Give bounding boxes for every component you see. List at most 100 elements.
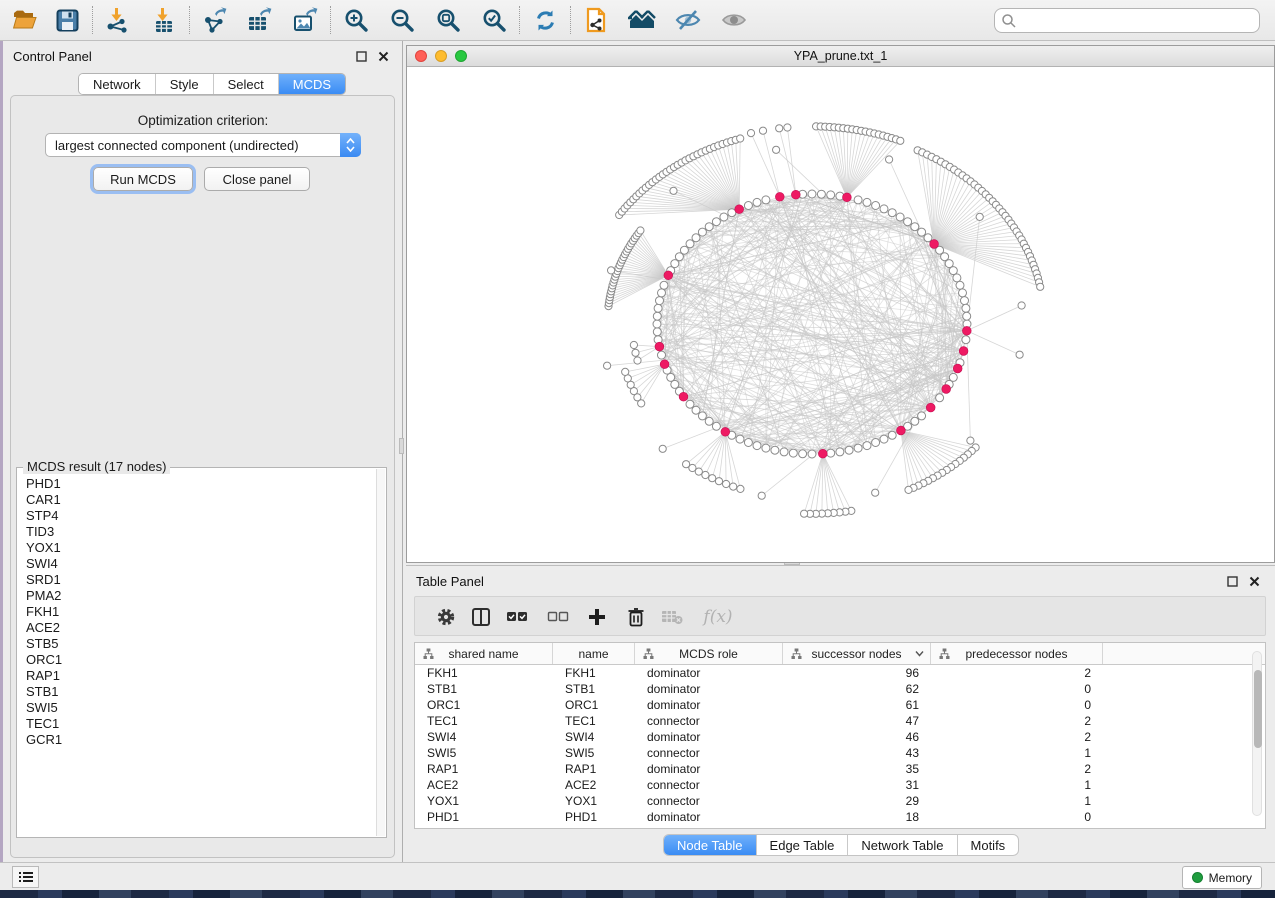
tab-style[interactable]: Style bbox=[156, 74, 214, 94]
graph-node[interactable] bbox=[888, 431, 896, 439]
vertical-splitter-handle[interactable] bbox=[399, 438, 404, 454]
graph-leaf-node[interactable] bbox=[730, 483, 737, 490]
graph-hub-node[interactable] bbox=[655, 342, 664, 351]
memory-button[interactable]: Memory bbox=[1182, 866, 1262, 889]
graph-node[interactable] bbox=[780, 448, 788, 456]
mcds-result-item[interactable]: TID3 bbox=[26, 524, 370, 540]
graph-node[interactable] bbox=[904, 218, 912, 226]
graph-leaf-node[interactable] bbox=[976, 213, 983, 220]
graph-node[interactable] bbox=[762, 196, 770, 204]
graph-leaf-node[interactable] bbox=[608, 267, 615, 274]
graph-node[interactable] bbox=[660, 281, 668, 289]
cell-successor-nodes[interactable]: 61 bbox=[783, 697, 931, 713]
graph-leaf-node[interactable] bbox=[683, 461, 690, 468]
column-header-predecessor-nodes[interactable]: predecessor nodes bbox=[931, 643, 1103, 664]
show-all-icon[interactable] bbox=[719, 5, 749, 35]
graph-leaf-node[interactable] bbox=[715, 478, 722, 485]
graph-node[interactable] bbox=[712, 422, 720, 430]
graph-node[interactable] bbox=[888, 209, 896, 217]
cell-name[interactable]: ORC1 bbox=[553, 697, 635, 713]
graph-hub-node[interactable] bbox=[721, 427, 730, 436]
graph-node[interactable] bbox=[656, 297, 664, 305]
graph-node[interactable] bbox=[949, 267, 957, 275]
graph-leaf-node[interactable] bbox=[659, 445, 666, 452]
cell-MCDS-role[interactable]: dominator bbox=[635, 761, 783, 777]
graph-leaf-node[interactable] bbox=[630, 341, 637, 348]
zoom-in-icon[interactable] bbox=[341, 5, 371, 35]
graph-leaf-node[interactable] bbox=[723, 480, 730, 487]
cell-name[interactable]: SWI4 bbox=[553, 729, 635, 745]
graph-node[interactable] bbox=[692, 234, 700, 242]
graph-node[interactable] bbox=[854, 196, 862, 204]
import-network-icon[interactable] bbox=[103, 5, 133, 35]
mcds-result-item[interactable]: STB5 bbox=[26, 636, 370, 652]
mcds-result-item[interactable]: SWI5 bbox=[26, 700, 370, 716]
network-window-titlebar[interactable]: YPA_prune.txt_1 bbox=[407, 46, 1274, 67]
graph-node[interactable] bbox=[827, 191, 835, 199]
table-row[interactable]: FKH1FKH1dominator962 bbox=[415, 665, 1265, 681]
graph-leaf-node[interactable] bbox=[737, 135, 744, 142]
table-row[interactable]: ORC1ORC1dominator610 bbox=[415, 697, 1265, 713]
run-mcds-button[interactable]: Run MCDS bbox=[93, 167, 193, 191]
close-panel-icon[interactable] bbox=[1249, 575, 1261, 587]
graph-leaf-node[interactable] bbox=[634, 357, 641, 364]
graph-leaf-node[interactable] bbox=[905, 486, 912, 493]
graph-node[interactable] bbox=[680, 246, 688, 254]
graph-node[interactable] bbox=[918, 412, 926, 420]
cell-shared-name[interactable]: YOX1 bbox=[415, 793, 553, 809]
cell-successor-nodes[interactable]: 35 bbox=[783, 761, 931, 777]
graph-leaf-node[interactable] bbox=[632, 349, 639, 356]
zoom-out-icon[interactable] bbox=[387, 5, 417, 35]
graph-leaf-node[interactable] bbox=[1016, 351, 1023, 358]
cell-shared-name[interactable]: TEC1 bbox=[415, 713, 553, 729]
table-row[interactable]: STB1STB1dominator620 bbox=[415, 681, 1265, 697]
graph-leaf-node[interactable] bbox=[967, 437, 974, 444]
create-column-icon[interactable] bbox=[584, 604, 610, 630]
table-settings-gear-icon[interactable] bbox=[433, 604, 459, 630]
zoom-selected-icon[interactable] bbox=[479, 5, 509, 35]
new-network-from-selection-icon[interactable] bbox=[581, 5, 611, 35]
criterion-select[interactable]: largest connected component (undirected) bbox=[45, 133, 361, 157]
cell-predecessor-nodes[interactable]: 2 bbox=[931, 729, 1103, 745]
cell-successor-nodes[interactable]: 43 bbox=[783, 745, 931, 761]
graph-hub-node[interactable] bbox=[791, 190, 800, 199]
graph-node[interactable] bbox=[744, 439, 752, 447]
graph-node[interactable] bbox=[808, 190, 816, 198]
graph-node[interactable] bbox=[961, 297, 969, 305]
task-history-button[interactable] bbox=[12, 866, 39, 888]
tab-motifs[interactable]: Motifs bbox=[958, 835, 1019, 855]
mcds-result-item[interactable]: FKH1 bbox=[26, 604, 370, 620]
graph-hub-node[interactable] bbox=[959, 347, 968, 356]
graph-node[interactable] bbox=[836, 448, 844, 456]
zoom-fit-icon[interactable] bbox=[433, 5, 463, 35]
column-header-name[interactable]: name bbox=[553, 643, 635, 664]
graph-node[interactable] bbox=[896, 213, 904, 221]
graph-node[interactable] bbox=[963, 312, 971, 320]
table-scrollbar-thumb[interactable] bbox=[1254, 670, 1262, 748]
unselect-all-columns-icon[interactable] bbox=[545, 604, 571, 630]
graph-hub-node[interactable] bbox=[953, 364, 962, 373]
graph-leaf-node[interactable] bbox=[709, 475, 716, 482]
table-row[interactable]: YOX1YOX1connector291 bbox=[415, 793, 1265, 809]
graph-node[interactable] bbox=[698, 228, 706, 236]
graph-node[interactable] bbox=[712, 218, 720, 226]
graph-node[interactable] bbox=[936, 394, 944, 402]
graph-node[interactable] bbox=[753, 442, 761, 450]
mcds-result-item[interactable]: PHD1 bbox=[26, 476, 370, 492]
cell-name[interactable]: PHD1 bbox=[553, 809, 635, 825]
search-input[interactable] bbox=[1017, 13, 1242, 28]
graph-node[interactable] bbox=[880, 205, 888, 213]
table-row[interactable]: TEC1TEC1connector472 bbox=[415, 713, 1265, 729]
cell-predecessor-nodes[interactable]: 0 bbox=[931, 681, 1103, 697]
close-panel-icon[interactable] bbox=[378, 50, 390, 62]
graph-leaf-node[interactable] bbox=[759, 127, 766, 134]
mcds-result-item[interactable]: STB1 bbox=[26, 684, 370, 700]
graph-node[interactable] bbox=[962, 304, 970, 312]
graph-node[interactable] bbox=[653, 312, 661, 320]
save-session-icon[interactable] bbox=[52, 5, 82, 35]
cell-successor-nodes[interactable]: 47 bbox=[783, 713, 931, 729]
graph-node[interactable] bbox=[705, 417, 713, 425]
column-header-MCDS-role[interactable]: MCDS role bbox=[635, 643, 783, 664]
graph-node[interactable] bbox=[845, 446, 853, 454]
graph-leaf-node[interactable] bbox=[773, 146, 780, 153]
